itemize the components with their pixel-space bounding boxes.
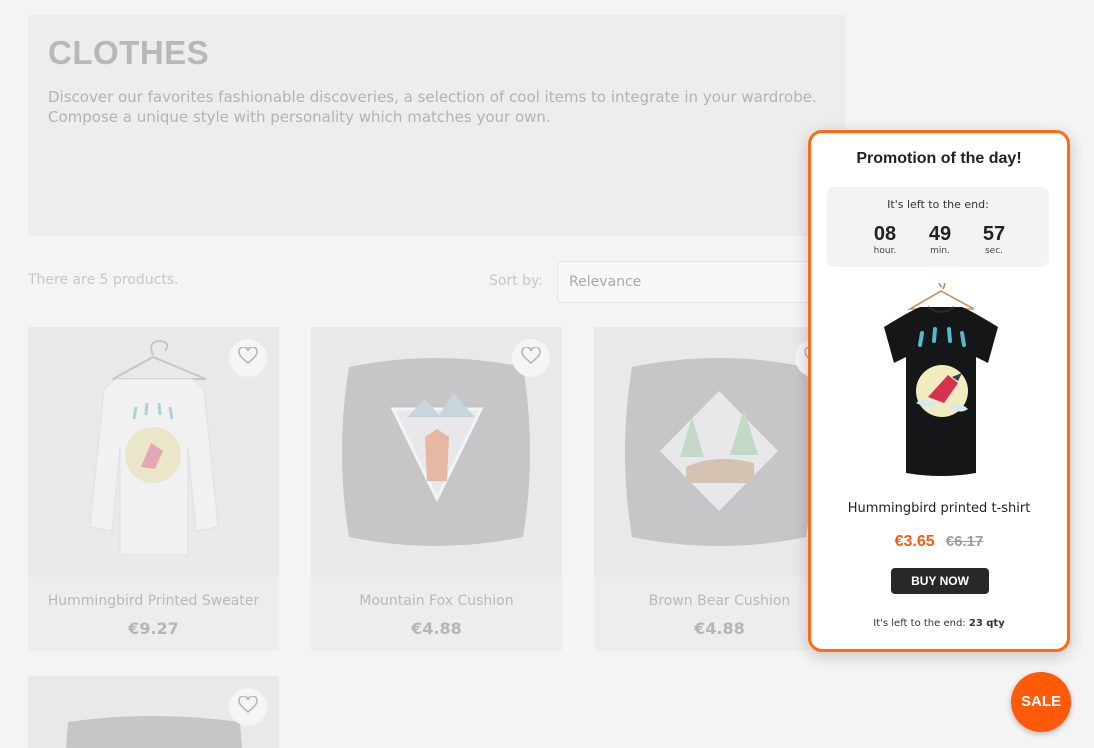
- seconds-value: 57: [982, 223, 1006, 245]
- product-name[interactable]: Mountain Fox Cushion: [311, 593, 562, 609]
- category-description: Discover our favorites fashionable disco…: [48, 88, 817, 126]
- seconds-label: sec.: [984, 246, 1004, 256]
- sort-dropdown[interactable]: Relevance: [557, 261, 819, 303]
- promo-product-image[interactable]: [876, 280, 1006, 483]
- stock-remaining: It's left to the end: 23 qty: [811, 618, 1067, 629]
- product-name[interactable]: Hummingbird Printed Sweater: [28, 593, 279, 609]
- heart-outline-icon: [238, 695, 258, 718]
- product-price: €4.88: [411, 619, 462, 638]
- stock-quantity: 23 qty: [968, 618, 1005, 629]
- product-image-cushion[interactable]: [28, 676, 279, 748]
- page-title: CLOTHES: [48, 34, 210, 71]
- wishlist-button[interactable]: [512, 339, 550, 377]
- countdown-seconds: 57 sec.: [969, 223, 1019, 257]
- heart-outline-icon: [238, 346, 258, 369]
- minutes-label: min.: [930, 246, 950, 256]
- countdown-label: It's left to the end:: [887, 198, 989, 211]
- promotion-popup: Promotion of the day! It's left to the e…: [808, 130, 1070, 652]
- stock-label: It's left to the end:: [873, 618, 966, 629]
- sort-label: Sort by:: [489, 273, 544, 289]
- product-price: €9.27: [128, 619, 179, 638]
- countdown-minutes: 49 min.: [915, 223, 965, 257]
- product-card[interactable]: Mountain Fox Cushion €4.88: [311, 327, 562, 651]
- countdown-hours: 08 hour.: [860, 223, 910, 257]
- countdown-timer: It's left to the end: 08 hour. 49 min. 5…: [827, 187, 1049, 267]
- hours-value: 08: [873, 223, 897, 245]
- hours-label: hour.: [873, 246, 897, 256]
- product-image-sweater[interactable]: [28, 327, 279, 577]
- sale-price: €3.65: [894, 533, 935, 550]
- product-count: There are 5 products.: [28, 272, 179, 288]
- promo-product-name[interactable]: Hummingbird printed t-shirt: [811, 501, 1067, 516]
- heart-outline-icon: [521, 346, 541, 369]
- promotion-title: Promotion of the day!: [856, 150, 1022, 167]
- product-card[interactable]: [28, 676, 279, 748]
- minutes-value: 49: [928, 223, 952, 245]
- wishlist-button[interactable]: [229, 339, 267, 377]
- sale-badge-button[interactable]: SALE: [1011, 672, 1071, 732]
- buy-now-button[interactable]: BUY NOW: [891, 568, 989, 594]
- sort-selected-value: Relevance: [569, 274, 642, 290]
- promo-price: €3.65 €6.17: [811, 531, 1067, 551]
- product-image-fox-cushion[interactable]: [311, 327, 562, 577]
- product-card[interactable]: Hummingbird Printed Sweater €9.27: [28, 327, 279, 651]
- wishlist-button[interactable]: [229, 688, 267, 726]
- regular-price: €6.17: [945, 533, 984, 550]
